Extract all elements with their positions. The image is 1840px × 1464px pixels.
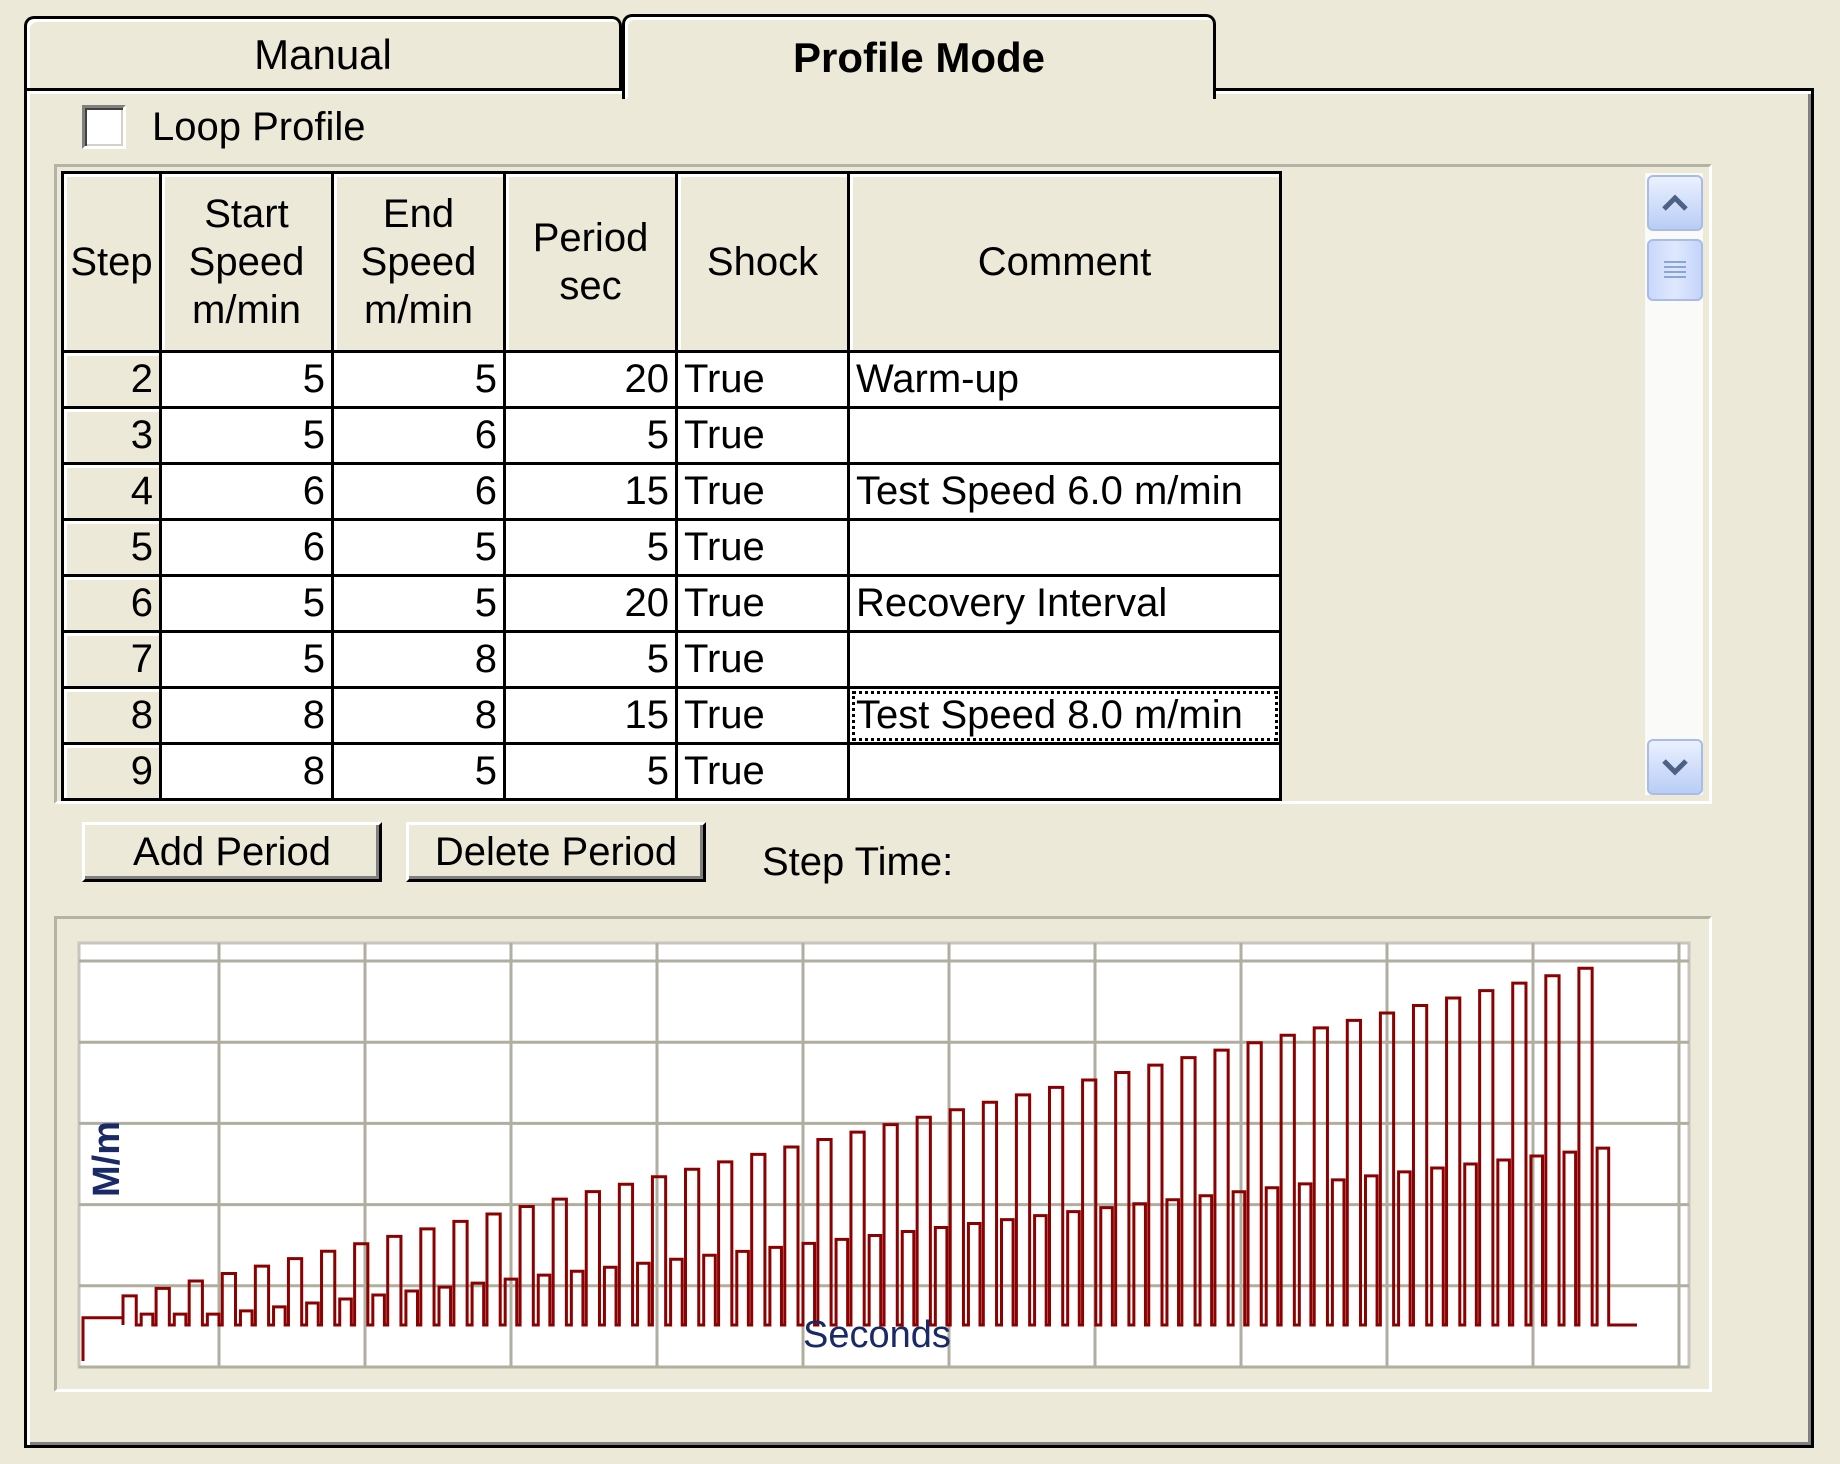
cell-period[interactable]: 5 bbox=[503, 630, 678, 689]
cell-period[interactable]: 15 bbox=[503, 462, 678, 521]
cell-period[interactable]: 20 bbox=[503, 574, 678, 633]
cell-comment[interactable]: Test Speed 8.0 m/min bbox=[847, 686, 1282, 745]
profile-grid: Step Start Speed m/min End Speed m/min P… bbox=[54, 164, 1712, 804]
cell-comment[interactable] bbox=[847, 630, 1282, 689]
row-header-step[interactable]: 5 bbox=[61, 518, 162, 577]
cell-shock[interactable]: True bbox=[675, 574, 850, 633]
profile-chart: Seconds M/m bbox=[54, 916, 1712, 1392]
header-period-line2: sec bbox=[559, 264, 622, 308]
profile-table: Step Start Speed m/min End Speed m/min P… bbox=[61, 171, 1282, 801]
cell-start-speed[interactable]: 6 bbox=[159, 462, 334, 521]
cell-end-speed[interactable]: 5 bbox=[331, 742, 506, 801]
header-period-line1: Period bbox=[532, 216, 649, 260]
header-period[interactable]: Period sec bbox=[503, 171, 678, 353]
cell-period[interactable]: 20 bbox=[503, 350, 678, 409]
row-header-step[interactable]: 6 bbox=[61, 574, 162, 633]
row-header-step[interactable]: 8 bbox=[61, 686, 162, 745]
grip-icon bbox=[1664, 261, 1686, 279]
cell-start-speed[interactable]: 5 bbox=[159, 574, 334, 633]
cell-shock[interactable]: True bbox=[675, 462, 850, 521]
add-period-button[interactable]: Add Period bbox=[82, 822, 382, 882]
cell-start-speed[interactable]: 5 bbox=[159, 350, 334, 409]
table-row[interactable]: 5 6 5 5 True bbox=[61, 518, 1282, 577]
table-row[interactable]: 8 8 8 15 True Test Speed 8.0 m/min bbox=[61, 686, 1282, 745]
tab-profile-mode-label: Profile Mode bbox=[792, 34, 1046, 81]
cell-comment[interactable] bbox=[847, 742, 1282, 801]
cell-end-speed[interactable]: 6 bbox=[331, 406, 506, 465]
scroll-thumb[interactable] bbox=[1647, 239, 1703, 301]
cell-start-speed[interactable]: 8 bbox=[159, 742, 334, 801]
grid-vertical-scrollbar[interactable] bbox=[1645, 173, 1703, 795]
scroll-down-button[interactable] bbox=[1647, 739, 1703, 795]
header-comment[interactable]: Comment bbox=[847, 171, 1282, 353]
chevron-down-icon bbox=[1662, 759, 1688, 776]
delete-period-button[interactable]: Delete Period bbox=[406, 822, 706, 882]
y-axis-label: M/m bbox=[86, 1121, 128, 1197]
row-header-step[interactable]: 9 bbox=[61, 742, 162, 801]
cell-comment[interactable] bbox=[847, 406, 1282, 465]
table-row[interactable]: 3 5 6 5 True bbox=[61, 406, 1282, 465]
cell-period[interactable]: 15 bbox=[503, 686, 678, 745]
header-comment-label: Comment bbox=[977, 240, 1152, 284]
cell-start-speed[interactable]: 8 bbox=[159, 686, 334, 745]
cell-start-speed[interactable]: 5 bbox=[159, 630, 334, 689]
loop-profile-row: Loop Profile bbox=[82, 104, 365, 150]
header-shock[interactable]: Shock bbox=[675, 171, 850, 353]
cell-end-speed[interactable]: 5 bbox=[331, 574, 506, 633]
cell-period[interactable]: 5 bbox=[503, 406, 678, 465]
cell-end-speed[interactable]: 6 bbox=[331, 462, 506, 521]
cell-shock[interactable]: True bbox=[675, 686, 850, 745]
step-time-label: Step Time: bbox=[762, 840, 954, 884]
header-start-speed[interactable]: Start Speed m/min bbox=[159, 171, 334, 353]
cell-end-speed[interactable]: 8 bbox=[331, 686, 506, 745]
cell-comment[interactable]: Test Speed 6.0 m/min bbox=[847, 462, 1282, 521]
header-end-speed-line2: Speed bbox=[360, 240, 477, 284]
row-header-step[interactable]: 7 bbox=[61, 630, 162, 689]
tab-manual[interactable]: Manual bbox=[24, 16, 622, 91]
loop-profile-checkbox[interactable] bbox=[82, 105, 126, 149]
cell-start-speed[interactable]: 6 bbox=[159, 518, 334, 577]
table-row[interactable]: 2 5 5 20 True Warm-up bbox=[61, 350, 1282, 409]
row-header-step[interactable]: 4 bbox=[61, 462, 162, 521]
cell-end-speed[interactable]: 5 bbox=[331, 518, 506, 577]
cell-end-speed[interactable]: 5 bbox=[331, 350, 506, 409]
header-start-speed-line3: m/min bbox=[192, 288, 301, 332]
cell-comment[interactable]: Recovery Interval bbox=[847, 574, 1282, 633]
header-step[interactable]: Step bbox=[61, 171, 162, 353]
cell-shock[interactable]: True bbox=[675, 406, 850, 465]
scroll-up-button[interactable] bbox=[1647, 175, 1703, 231]
profile-chart-svg: Seconds M/m bbox=[77, 941, 1691, 1369]
header-step-label: Step bbox=[70, 240, 153, 284]
cell-comment[interactable] bbox=[847, 518, 1282, 577]
table-row[interactable]: 6 5 5 20 True Recovery Interval bbox=[61, 574, 1282, 633]
cell-shock[interactable]: True bbox=[675, 742, 850, 801]
header-end-speed-line1: End bbox=[382, 192, 455, 236]
table-row[interactable]: 9 8 5 5 True bbox=[61, 742, 1282, 801]
chevron-up-icon bbox=[1662, 194, 1688, 211]
cell-shock[interactable]: True bbox=[675, 630, 850, 689]
tab-profile-mode[interactable]: Profile Mode bbox=[622, 14, 1216, 99]
row-header-step[interactable]: 3 bbox=[61, 406, 162, 465]
header-start-speed-line2: Speed bbox=[188, 240, 305, 284]
loop-profile-label: Loop Profile bbox=[152, 104, 366, 149]
x-axis-label: Seconds bbox=[803, 1314, 951, 1356]
row-header-step[interactable]: 2 bbox=[61, 350, 162, 409]
cell-period[interactable]: 5 bbox=[503, 518, 678, 577]
cell-start-speed[interactable]: 5 bbox=[159, 406, 334, 465]
header-shock-label: Shock bbox=[706, 240, 819, 284]
cell-comment[interactable]: Warm-up bbox=[847, 350, 1282, 409]
header-end-speed[interactable]: End Speed m/min bbox=[331, 171, 506, 353]
cell-shock[interactable]: True bbox=[675, 350, 850, 409]
cell-period[interactable]: 5 bbox=[503, 742, 678, 801]
cell-end-speed[interactable]: 8 bbox=[331, 630, 506, 689]
cell-shock[interactable]: True bbox=[675, 518, 850, 577]
header-end-speed-line3: m/min bbox=[364, 288, 473, 332]
table-row[interactable]: 7 5 8 5 True bbox=[61, 630, 1282, 689]
tab-manual-label: Manual bbox=[254, 31, 392, 78]
header-start-speed-line1: Start bbox=[204, 192, 289, 236]
table-row[interactable]: 4 6 6 15 True Test Speed 6.0 m/min bbox=[61, 462, 1282, 521]
